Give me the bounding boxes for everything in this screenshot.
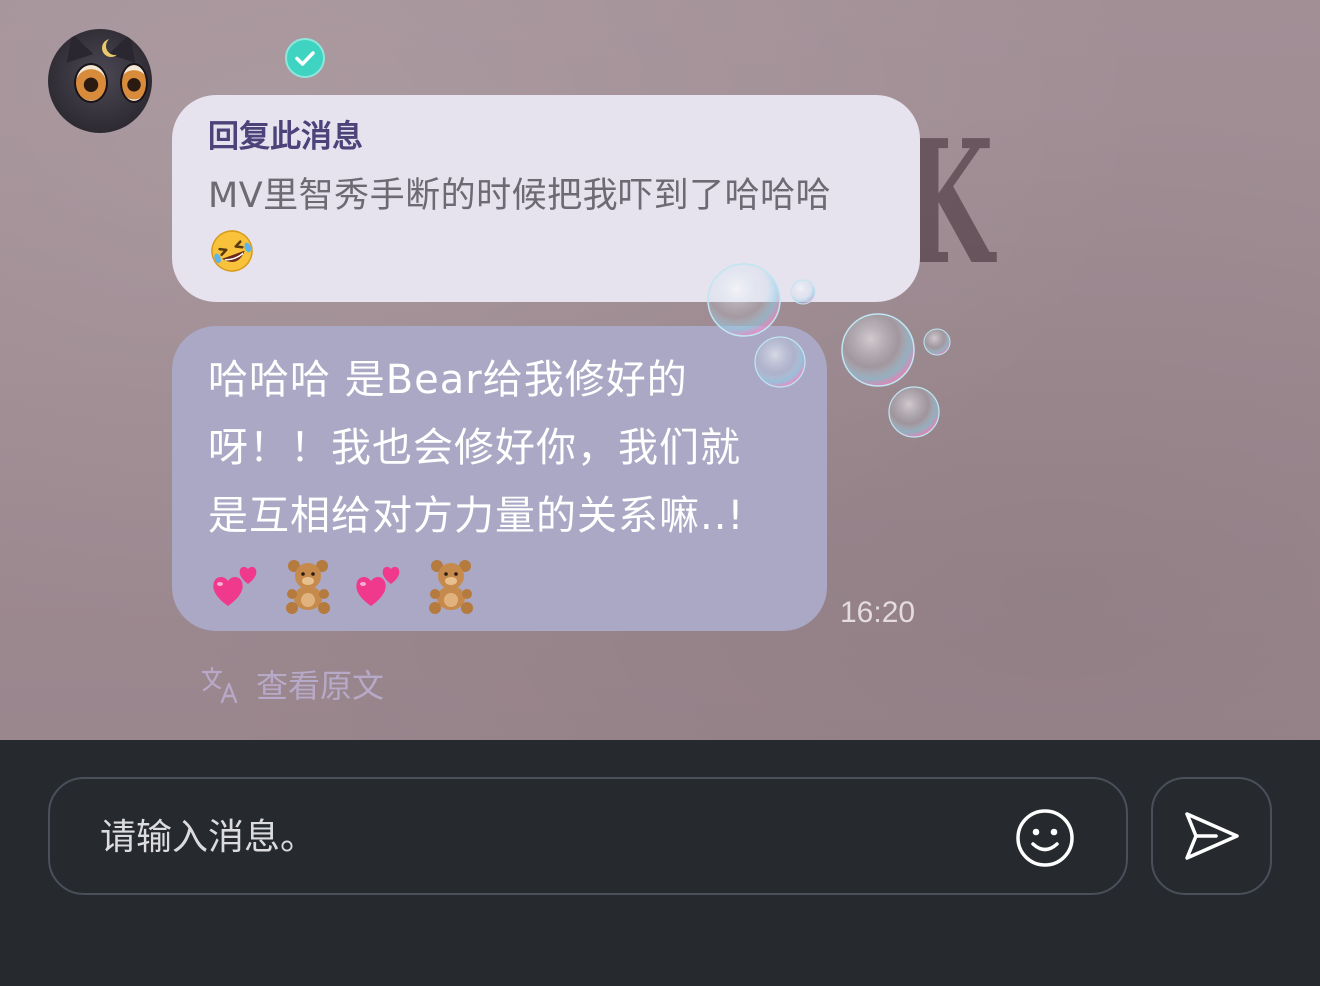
send-button[interactable] [1151, 777, 1272, 895]
reply-quoted-text: MV里智秀手断的时候把我吓到了哈哈哈 [208, 176, 832, 216]
smiley-icon[interactable] [1014, 807, 1076, 869]
view-original-link[interactable]: 查看原文 [200, 662, 384, 706]
translate-icon [201, 666, 238, 704]
sender-avatar[interactable] [48, 29, 152, 133]
reply-title: 回复此消息 [208, 119, 363, 155]
cat-eye-right [120, 63, 148, 103]
cat-eye-left [74, 63, 108, 103]
message-line: 是互相给对方力量的关系嘛..! [208, 493, 745, 539]
message-timestamp: 16:20 [840, 596, 916, 629]
message-bubble[interactable]: 哈哈哈 是Bear给我修好的 呀！！我也会修好你，我们就 是互相给对方力量的关系… [172, 326, 827, 631]
two-hearts-emoji [351, 558, 407, 614]
message-line: 哈哈哈 是Bear给我修好的 [208, 357, 688, 403]
reply-text: MV里智秀手断的时候把我吓到了哈哈哈 [208, 169, 884, 277]
reply-quote-bubble[interactable]: 回复此消息 MV里智秀手断的时候把我吓到了哈哈哈 [172, 95, 920, 302]
message-line: 呀！！我也会修好你，我们就 [208, 425, 741, 471]
view-original-label: 查看原文 [256, 667, 385, 705]
send-icon [1184, 812, 1239, 860]
verified-check-icon [284, 37, 326, 79]
composer-bar [0, 740, 1320, 986]
crescent-moon-icon [106, 37, 124, 55]
teddy-bear-emoji [421, 556, 481, 616]
cat-ear-left [58, 29, 94, 63]
message-input-box[interactable] [48, 777, 1128, 895]
teddy-bear-emoji [278, 556, 338, 616]
two-hearts-emoji [208, 558, 264, 614]
chat-screen: K 回复此消息 MV里智秀手断的时候把我吓到了哈哈哈 哈哈哈 是Bear给我修好… [0, 0, 1320, 986]
rolling-on-floor-laughing-emoji [208, 227, 256, 275]
message-text: 哈哈哈 是Bear给我修好的 呀！！我也会修好你，我们就 是互相给对方力量的关系… [208, 346, 797, 618]
chat-area[interactable]: K 回复此消息 MV里智秀手断的时候把我吓到了哈哈哈 哈哈哈 是Bear给我修好… [0, 0, 1320, 740]
message-input[interactable] [98, 779, 982, 895]
